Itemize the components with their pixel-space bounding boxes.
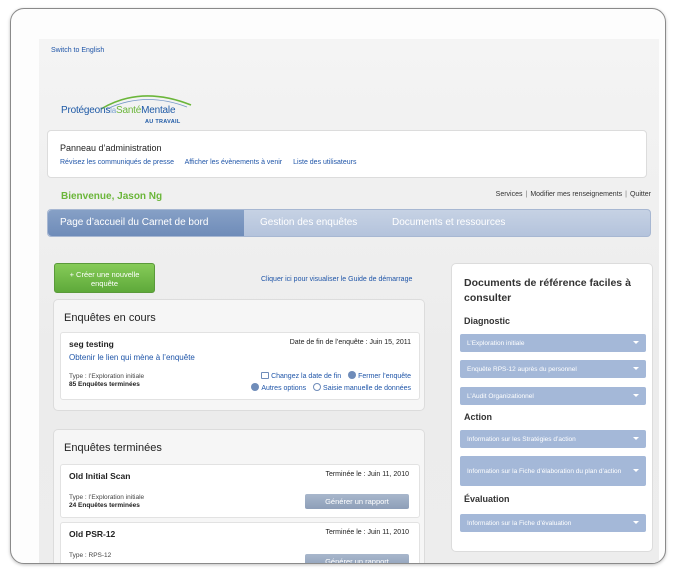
page: Switch to English ProtégeonslaSantéMenta…	[39, 39, 659, 563]
switch-language-link[interactable]: Switch to English	[51, 47, 104, 54]
generate-report-button[interactable]: Générer un rapport	[305, 494, 409, 509]
get-survey-link[interactable]: Obtenir le lien qui mène à l’enquête	[69, 353, 195, 362]
completed-survey-name: Old PSR-12	[69, 529, 116, 539]
survey-actions-row-2: Autres options Saisie manuelle de donnée…	[251, 383, 411, 392]
chevron-down-icon	[633, 469, 639, 472]
completed-surveys-panel: Enquêtes terminées Old Initial Scan Term…	[53, 429, 425, 563]
survey-name: seg testing	[69, 339, 114, 349]
section-heading-action: Action	[464, 412, 492, 422]
tab-survey-management[interactable]: Gestion des enquêtes	[248, 210, 369, 236]
chevron-down-icon	[633, 521, 639, 524]
logo-wordmark: ProtégeonslaSantéMentale	[61, 105, 176, 116]
browser-frame: Switch to English ProtégeonslaSantéMenta…	[10, 8, 666, 564]
completed-survey-date: Terminée le : Juin 11, 2010	[325, 529, 409, 536]
admin-panel-title: Panneau d’administration	[60, 143, 162, 153]
completed-survey-type: Type : RPS-12	[69, 552, 112, 559]
doc-organizational-audit[interactable]: L’Audit Organizationnel	[460, 387, 646, 405]
logo[interactable]: ProtégeonslaSantéMentale AU TRAVAIL	[61, 91, 211, 127]
doc-action-strategies[interactable]: Information sur les Stratégies d’action	[460, 430, 646, 448]
upcoming-events-link[interactable]: Afficher les évènements à venir	[185, 159, 283, 166]
close-circle-icon	[348, 371, 357, 379]
completed-survey-card: Old PSR-12 Terminée le : Juin 11, 2010 T…	[60, 522, 420, 563]
welcome-message: Bienvenue, Jason Ng	[61, 191, 163, 202]
current-surveys-panel: Enquêtes en cours seg testing Date de fi…	[53, 299, 425, 411]
completed-survey-card: Old Initial Scan Terminée le : Juin 11, …	[60, 464, 420, 518]
user-links: Services | Modifier mes renseignements | Qui…	[496, 191, 651, 198]
survey-completed-count: 85 Enquêtes terminées	[69, 381, 140, 388]
change-end-date-link[interactable]: Changez la date de fin	[271, 373, 341, 380]
press-releases-link[interactable]: Révisez les communiqués de presse	[60, 159, 174, 166]
separator: |	[525, 191, 528, 198]
completed-survey-date: Terminée le : Juin 11, 2010	[325, 471, 409, 478]
doc-action-plan-sheet[interactable]: Information sur la Fiche d’élaboration d…	[460, 456, 646, 486]
services-link[interactable]: Services	[496, 191, 523, 198]
admin-links: Révisez les communiqués de presse Affich…	[60, 159, 365, 166]
survey-card: seg testing Date de fin de l’enquête : J…	[60, 332, 420, 400]
completed-survey-count: 24 Enquêtes terminées	[69, 502, 140, 509]
doc-rps12-survey[interactable]: Enquête RPS-12 auprès du personnel	[460, 360, 646, 378]
calendar-icon	[261, 372, 270, 379]
getting-started-guide-link[interactable]: Cliquer ici pour visualiser le Guide de …	[261, 276, 412, 283]
main-nav: Page d’accueil du Carnet de bord Gestion…	[47, 209, 651, 237]
logout-link[interactable]: Quitter	[630, 191, 651, 198]
manual-entry-icon	[313, 383, 322, 391]
reference-documents-sidebar: Documents de référence faciles à consult…	[451, 263, 653, 552]
chevron-down-icon	[633, 367, 639, 370]
create-survey-button[interactable]: + Créer une nouvelle enquête	[54, 263, 155, 293]
survey-actions-row-1: Changez la date de fin Fermer l’enquête	[261, 371, 411, 380]
plus-circle-icon	[251, 383, 260, 391]
sidebar-title: Documents de référence faciles à consult…	[464, 277, 631, 304]
doc-evaluation-sheet[interactable]: Information sur la Fiche d’évaluation	[460, 514, 646, 532]
survey-type: Type : l’Exploration initiale	[69, 373, 145, 380]
tab-documents-resources[interactable]: Documents et ressources	[380, 210, 517, 236]
logo-subtitle: AU TRAVAIL	[145, 119, 181, 125]
edit-profile-link[interactable]: Modifier mes renseignements	[530, 191, 622, 198]
current-surveys-title: Enquêtes en cours	[64, 312, 156, 324]
survey-end-date: Date de fin de l’enquête : Juin 15, 2011	[289, 339, 411, 346]
user-list-link[interactable]: Liste des utilisateurs	[293, 159, 356, 166]
close-survey-link[interactable]: Fermer l’enquête	[358, 373, 411, 380]
doc-initial-scan[interactable]: L’Exploration initiale	[460, 334, 646, 352]
generate-report-button[interactable]: Générer un rapport	[305, 554, 409, 563]
tab-dashboard-home[interactable]: Page d’accueil du Carnet de bord	[48, 210, 244, 236]
section-heading-diagnostic: Diagnostic	[464, 316, 511, 326]
completed-surveys-title: Enquêtes terminées	[64, 442, 162, 454]
chevron-down-icon	[633, 437, 639, 440]
completed-survey-name: Old Initial Scan	[69, 471, 131, 481]
more-options-link[interactable]: Autres options	[261, 385, 306, 392]
completed-survey-type: Type : l’Exploration initiale	[69, 494, 145, 501]
section-heading-evaluation: Évaluation	[464, 494, 510, 504]
chevron-down-icon	[633, 341, 639, 344]
chevron-down-icon	[633, 394, 639, 397]
separator: |	[625, 191, 627, 198]
admin-panel: Panneau d’administration Révisez les com…	[47, 130, 647, 178]
manual-data-entry-link[interactable]: Saisie manuelle de données	[323, 385, 411, 392]
